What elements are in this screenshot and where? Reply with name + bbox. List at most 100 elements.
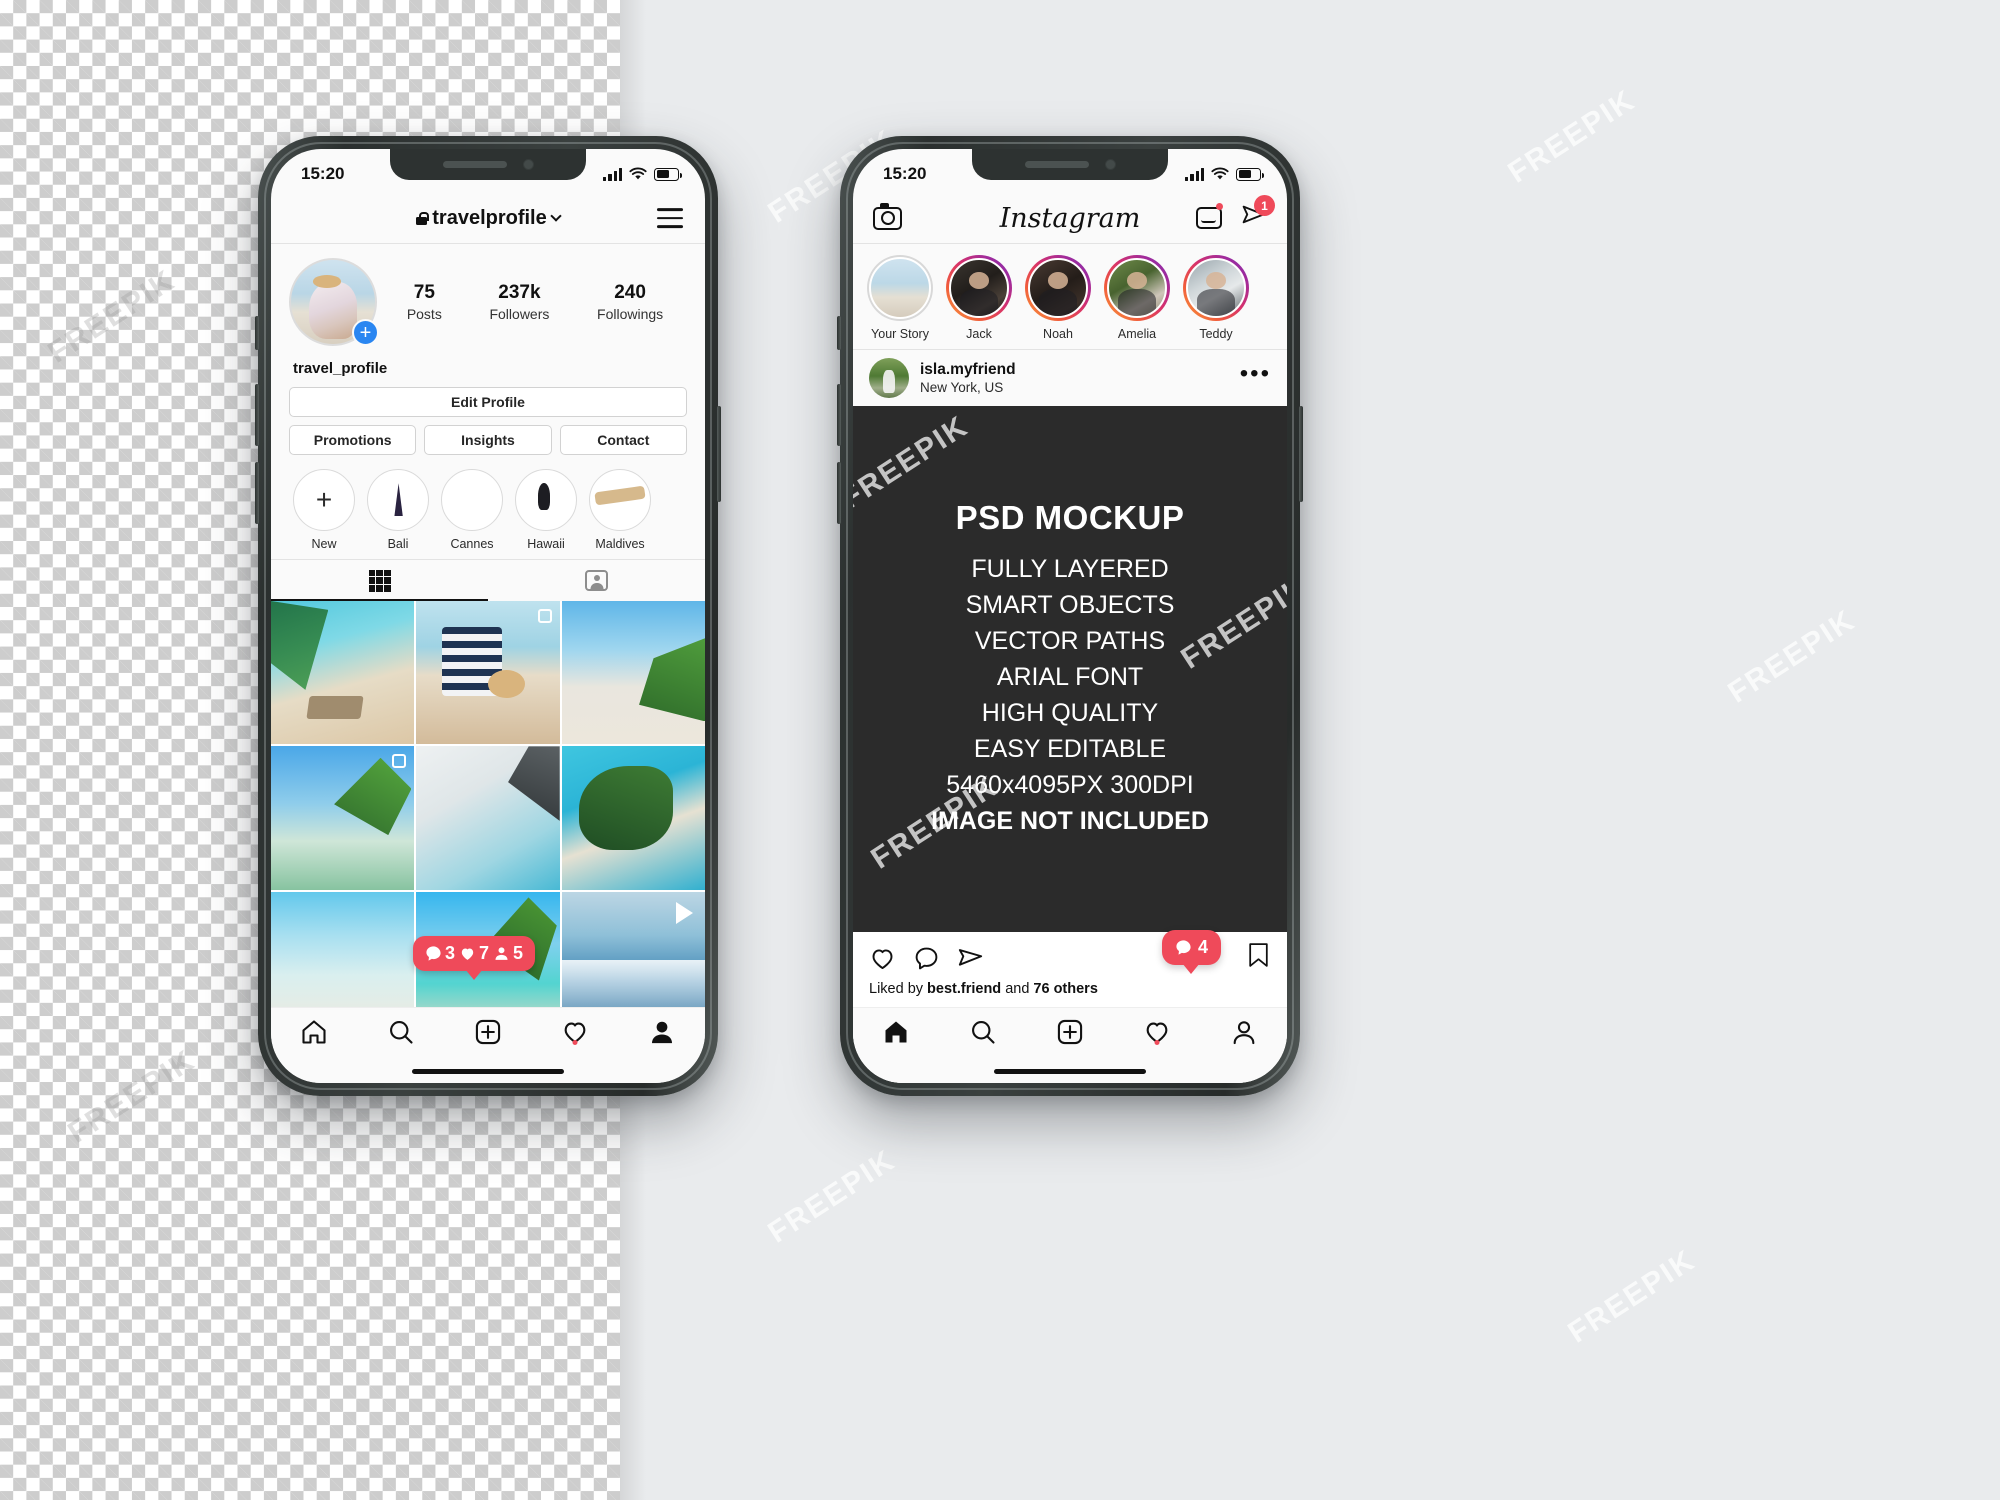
igtv-icon[interactable] (1196, 203, 1223, 229)
likes-others-count[interactable]: 76 others (1033, 981, 1097, 997)
promotions-button[interactable]: Promotions (289, 425, 417, 455)
wifi-icon (629, 167, 647, 180)
phone-silent-switch[interactable] (837, 316, 841, 350)
story-label: Your Story (871, 327, 929, 341)
multi-photo-icon (533, 605, 552, 623)
badge-likes-count: 7 (479, 943, 490, 963)
story-jack[interactable]: Jack (946, 255, 1012, 341)
profile-tabs (271, 559, 705, 601)
home-icon (885, 1021, 907, 1043)
highlight-bali[interactable]: Bali (367, 469, 429, 551)
share-icon[interactable] (957, 945, 984, 972)
direct-message-button[interactable]: 1 (1240, 195, 1275, 233)
bottom-navigation-bar (271, 1007, 705, 1083)
home-icon (302, 1020, 326, 1044)
stat-followers-number: 237k (498, 282, 541, 303)
highlight-hawaii[interactable]: Hawaii (515, 469, 577, 551)
insights-button[interactable]: Insights (424, 425, 552, 455)
status-time: 15:20 (883, 164, 927, 183)
phone-power-button[interactable] (1299, 406, 1303, 502)
stat-posts[interactable]: 75 Posts (407, 282, 442, 322)
nav-activity[interactable] (1113, 1018, 1200, 1046)
nav-profile[interactable] (1200, 1018, 1287, 1046)
comment-count-value: 4 (1197, 937, 1208, 957)
story-label: Noah (1043, 327, 1073, 341)
phone-power-button[interactable] (717, 406, 721, 502)
phone-volume-down-button[interactable] (837, 462, 841, 524)
badge-follows-count: 5 (513, 943, 524, 963)
nav-profile[interactable] (618, 1018, 705, 1046)
story-avatar (948, 257, 1010, 319)
grid-cell[interactable] (271, 601, 415, 745)
engagement-badge: 3 7 5 (413, 936, 536, 971)
post-username[interactable]: isla.myfriend (920, 361, 1229, 379)
nav-home[interactable] (853, 1018, 940, 1046)
highlight-hawaii-label: Hawaii (527, 537, 565, 551)
grid-cell[interactable] (561, 746, 705, 890)
highlight-cannes[interactable]: Cannes (441, 469, 503, 551)
story-highlights-row: + New Bali Cannes Hawaii Maldives (271, 455, 705, 559)
profile-avatar-wrapper[interactable]: + (289, 258, 379, 346)
profile-username[interactable]: travelprofile (416, 207, 562, 230)
hamburger-menu-icon[interactable] (657, 208, 683, 228)
bookmark-icon (1249, 943, 1268, 967)
profile-icon (651, 1021, 672, 1044)
highlight-new[interactable]: + New (293, 469, 355, 551)
search-icon (390, 1021, 413, 1044)
grid-cell[interactable] (416, 601, 560, 745)
story-ring (867, 255, 933, 321)
profile-action-buttons: Edit Profile Promotions Insights Contact (271, 377, 705, 455)
chevron-down-icon[interactable] (550, 210, 562, 222)
badge-comments: 3 (425, 943, 455, 964)
like-icon[interactable] (869, 945, 896, 972)
nav-home[interactable] (271, 1018, 358, 1046)
post-avatar[interactable] (869, 358, 909, 398)
phone-volume-down-button[interactable] (255, 462, 259, 524)
home-indicator (994, 1069, 1146, 1074)
tab-tagged[interactable] (488, 560, 705, 601)
contact-button[interactable]: Contact (559, 425, 687, 455)
story-noah[interactable]: Noah (1025, 255, 1091, 341)
phone-volume-up-button[interactable] (837, 384, 841, 446)
nav-search[interactable] (940, 1018, 1027, 1046)
nav-add-post[interactable] (1027, 1018, 1114, 1046)
story-teddy[interactable]: Teddy (1183, 255, 1249, 341)
nav-activity[interactable] (531, 1018, 618, 1046)
comment-icon[interactable] (913, 945, 940, 972)
phone-volume-up-button[interactable] (255, 384, 259, 446)
stat-followers[interactable]: 237k Followers (489, 282, 549, 322)
post-location[interactable]: New York, US (920, 380, 1229, 395)
stat-group: 75 Posts 237k Followers 240 Followings (377, 282, 687, 322)
highlight-maldives[interactable]: Maldives (589, 469, 651, 551)
nav-add-post[interactable] (445, 1018, 532, 1046)
grid-cell[interactable] (271, 746, 415, 890)
save-button[interactable] (1246, 942, 1271, 974)
tab-grid[interactable] (271, 560, 488, 601)
post-line: ARIAL FONT (996, 663, 1144, 691)
post-image[interactable]: FREEPIK FREEPIK FREEPIK PSD MOCKUP FULLY… (853, 406, 1287, 932)
story-your-story[interactable]: Your Story (867, 255, 933, 341)
phone-silent-switch[interactable] (255, 316, 259, 350)
stat-followings[interactable]: 240 Followings (597, 282, 663, 322)
stat-followers-label: Followers (489, 306, 550, 322)
add-story-button[interactable]: + (352, 319, 379, 346)
post-likes-text: Liked by best.friend and 76 others (853, 974, 1287, 1007)
more-options-icon[interactable]: ••• (1240, 362, 1271, 388)
tagged-photos-icon (585, 570, 608, 591)
grid-cell[interactable] (561, 601, 705, 745)
edit-profile-button[interactable]: Edit Profile (289, 387, 687, 417)
likes-username[interactable]: best.friend (927, 981, 1001, 997)
wifi-icon (1211, 167, 1229, 180)
comment-count-badge: 4 (1161, 930, 1221, 965)
phone-mockup-profile: 15:20 travelprofile + 75 Posts 237k Foll… (255, 136, 721, 1096)
profile-icon (1233, 1021, 1254, 1045)
grid-cell[interactable] (416, 746, 560, 890)
signal-icon (1185, 167, 1204, 181)
camera-icon[interactable] (873, 202, 902, 230)
watermark: FREEPIK (1175, 569, 1287, 676)
status-bar: 15:20 (853, 149, 1287, 193)
story-label: Jack (966, 327, 992, 341)
nav-search[interactable] (358, 1018, 445, 1046)
story-amelia[interactable]: Amelia (1104, 255, 1170, 341)
avatar-hat (312, 275, 342, 288)
